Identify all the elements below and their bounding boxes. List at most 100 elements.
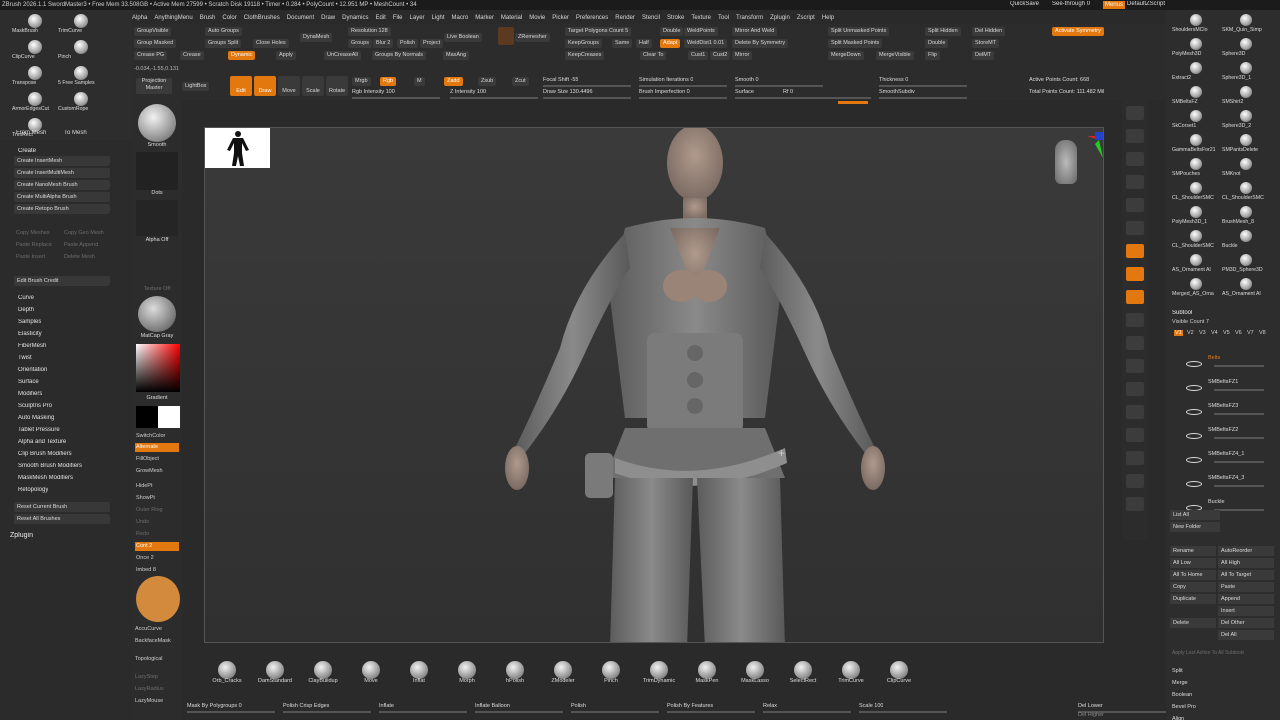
color-picker[interactable] [136,344,180,392]
toolbar-mergevisible-button[interactable]: MergeVisible [876,51,914,60]
bottom-brush-icon[interactable] [794,661,812,679]
bottom-brush-icon[interactable] [554,661,572,679]
brush-menu-item[interactable]: Orientation [18,367,47,373]
alpha-preview-icon[interactable] [136,200,178,236]
toolbar-mirror-and-weld-button[interactable]: Mirror And Weld [732,27,778,36]
matcap-icon[interactable] [138,296,176,332]
brush-menu-item[interactable]: MaskMesh Modifiers [18,475,73,481]
left-tool-6-icon[interactable] [28,92,42,106]
right-shelf-rotate-button[interactable] [1126,382,1144,396]
toolbar-double-button[interactable]: Double [660,27,684,36]
toolbar-zsub-button[interactable]: Zsub [478,77,497,86]
subtool-item-name[interactable]: Belts [1208,355,1220,361]
tool-thumb-icon[interactable] [1190,278,1202,290]
subtool-align-button[interactable]: Align [1172,716,1184,720]
toolbar-adapt-button[interactable]: Adapt [660,39,681,48]
slider-draw-size[interactable]: Draw Size 130.4496 [543,89,593,95]
shelf-outer-ring-button[interactable]: Outer Ring [135,506,179,515]
menu-picker[interactable]: Picker [552,12,569,24]
toolbar-split-unmasked-button[interactable]: Split Unmasked Points [828,27,890,36]
toolbar-del-hidden-button[interactable]: Del Hidden [972,27,1006,36]
tool-thumb-icon[interactable] [1190,62,1202,74]
toolbar-zcut-button[interactable]: Zcut [512,77,529,86]
right-shelf-persp-button[interactable] [1126,198,1144,212]
toolbar-polish-button[interactable]: Polish [397,39,418,48]
toolbar-zadd-button[interactable]: Zadd [444,77,463,86]
shelf-lazyradius-button[interactable]: LazyRadius [135,686,164,692]
menu-file[interactable]: File [393,12,403,24]
tool-thumb-icon[interactable] [1190,206,1202,218]
right-shelf-aahalf-button[interactable] [1126,175,1144,189]
menu-zplugin[interactable]: Zplugin [770,12,790,24]
tool-thumb-icon[interactable] [1190,14,1202,26]
tool-thumb-icon[interactable] [1240,86,1252,98]
slider-smooth[interactable]: Smooth 0 [735,77,759,83]
subtool-bevel-pro-button[interactable]: Bevel Pro [1172,704,1196,710]
menu-transform[interactable]: Transform [736,12,763,24]
right-shelf-move-button[interactable] [1126,336,1144,350]
toolbar-weldpoints-button[interactable]: WeldPoints [684,27,718,36]
toolbar-rgb-button[interactable]: Rgb [380,77,397,86]
right-shelf-spix-3-button[interactable] [1126,129,1144,143]
toolbar-m-button[interactable]: M [414,77,425,86]
create-item[interactable]: Create NanoMesh Brush [14,180,110,190]
subtool-version-button[interactable]: V8 [1258,330,1267,336]
menu-layer[interactable]: Layer [410,12,425,24]
subtool-copy-button[interactable]: Copy [1170,582,1216,592]
shelf-growmesh-button[interactable]: GrowMesh [135,467,179,476]
brush-menu-item[interactable]: Auto Masking [18,415,54,421]
subtool-version-button[interactable]: V1 [1174,330,1183,336]
toolbar-mirror-button[interactable]: Mirror [732,51,753,60]
brush-menu-item[interactable]: Twist [18,355,32,361]
toolbar-split-masked-button[interactable]: Split Masked Points [828,39,883,48]
toolbar-cust1-button[interactable]: Cust1 [688,51,709,60]
subtool-append-button[interactable]: Append [1218,594,1274,604]
menu-texture[interactable]: Texture [691,12,711,24]
reset-current-brush-button[interactable]: Reset Current Brush [14,502,110,512]
edit-brush-credit-button[interactable]: Edit Brush Credit [14,276,110,286]
left-tool-0-icon[interactable] [28,14,42,28]
create-item[interactable]: Create MultiAlpha Brush [14,192,110,202]
subtool-item-name[interactable]: SMBeltsFZ3 [1208,403,1238,409]
menu-draw[interactable]: Draw [321,12,335,24]
menu-preferences[interactable]: Preferences [576,12,608,24]
toolbar-auto-groups-button[interactable]: Auto Groups [205,27,242,36]
bottom-brush-icon[interactable] [698,661,716,679]
tool-thumb-icon[interactable] [1240,38,1252,50]
projection-master-button[interactable]: Projection Master [136,78,172,94]
toolbar-mergedown-button[interactable]: MergeDown [828,51,864,60]
right-shelf-xpose-button[interactable] [1126,497,1144,511]
shelf-fillobject-button[interactable]: FillObject [135,455,179,464]
toolbar-cust2-button[interactable]: Cust2 [710,51,731,60]
tool-thumb-icon[interactable] [1190,182,1202,194]
toolbar-mrgb-button[interactable]: Mrgb [352,77,371,86]
toolbar-groups-by-normals-button[interactable]: Groups By Normals [372,51,426,60]
subtool-version-button[interactable]: V7 [1246,330,1255,336]
menu-stroke[interactable]: Stroke [667,12,684,24]
toolbar-resolution-button[interactable]: Resolution 128 [348,27,391,36]
toolbar-crease-button[interactable]: Crease [180,51,204,60]
navigation-head-gizmo[interactable] [1055,140,1077,184]
zplugin-header[interactable]: Zplugin [10,532,33,539]
left-tool-3-icon[interactable] [74,40,88,54]
bottom-slider-del-lower[interactable]: Del Lower [1078,703,1103,709]
shelf-imbed-button[interactable]: Imbed 8 [135,566,179,575]
bottom-brush-icon[interactable] [314,661,332,679]
shelf-alternate-button[interactable]: Alternate [135,443,179,452]
list-all-button[interactable]: List All [1170,510,1220,520]
shelf-once-button[interactable]: Once 2 [135,554,179,563]
tool-thumb-icon[interactable] [1240,158,1252,170]
toolbar-double2-button[interactable]: Double [925,39,949,48]
toolbar-scale-button[interactable]: Scale [302,76,324,96]
right-shelf-dynamic-button[interactable] [1126,451,1144,465]
subtool-version-button[interactable]: V5 [1222,330,1231,336]
shelf-lazystep-button[interactable]: LazyStep [135,674,158,680]
toolbar-storemt-button[interactable]: StoreMT [972,39,1000,48]
toolbar-dynamic-button[interactable]: Dynamic [228,51,256,60]
toolbar-uncreaseall-button[interactable]: UnCreaseAll [324,51,361,60]
left-tool-1-icon[interactable] [74,14,88,28]
left-tool-7-icon[interactable] [74,92,88,106]
shelf-showpt-button[interactable]: ShowPt [135,494,179,503]
secondary-color-swatch[interactable] [158,406,180,428]
toolbar-half-button[interactable]: Half [636,39,652,48]
